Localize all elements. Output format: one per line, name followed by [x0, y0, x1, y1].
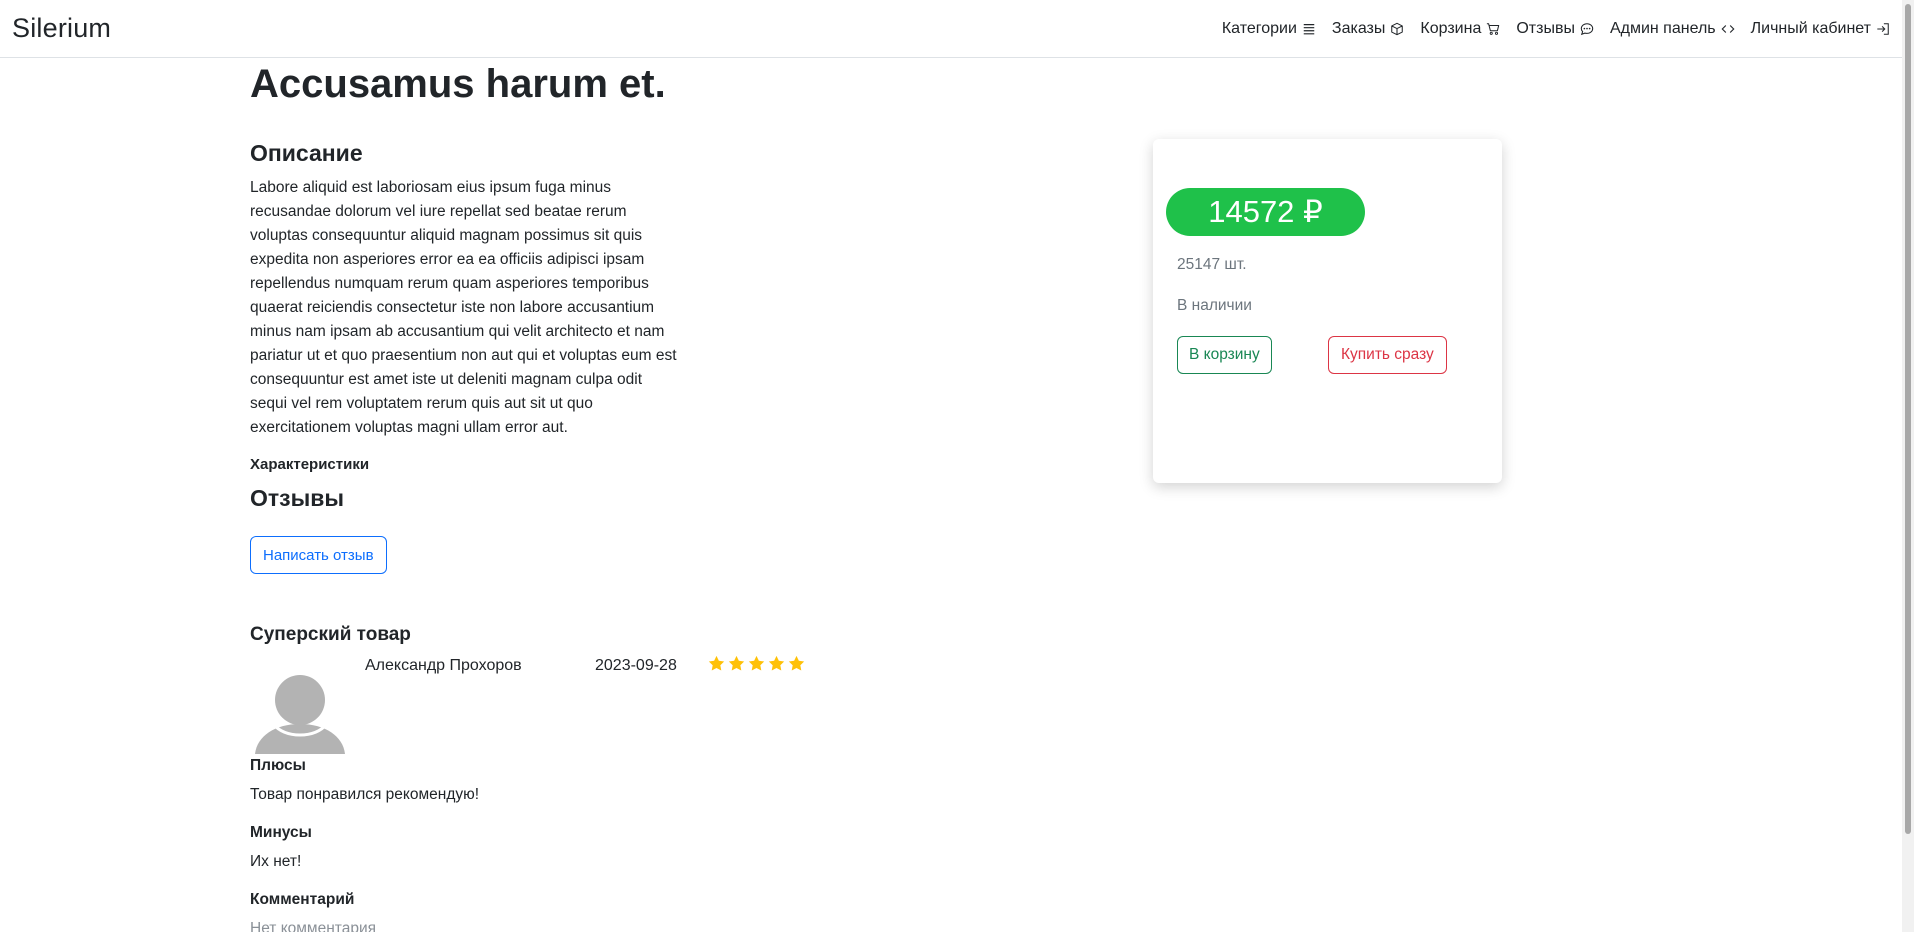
avatar: [255, 672, 345, 754]
review-rating: [708, 655, 805, 672]
login-icon: [1877, 22, 1889, 35]
nav-item-admin[interactable]: Админ панель: [1610, 20, 1735, 38]
review-date: 2023-09-28: [595, 657, 677, 674]
list-icon: [1303, 23, 1315, 34]
nav-item-label: Категории: [1221, 19, 1297, 37]
description-text: Labore aliquid est laboriosam eius ipsum…: [250, 179, 677, 436]
description-heading: Описание: [250, 140, 363, 166]
price-badge: 14572 ₽: [1166, 188, 1365, 236]
user-icon: [255, 675, 345, 754]
nav-item-label: Корзина: [1420, 19, 1482, 37]
cons-label: Минусы: [250, 824, 312, 841]
comment-text: Нет комментария: [250, 920, 376, 932]
page: Silerium Категории Заказы Корзина Отзывы…: [0, 0, 1914, 932]
quantity-text: 25147 шт.: [1177, 256, 1247, 273]
add-to-cart-button[interactable]: В корзину: [1177, 336, 1272, 374]
nav-item-label: Отзывы: [1516, 19, 1575, 37]
navbar: Silerium Категории Заказы Корзина Отзывы…: [0, 0, 1902, 58]
review-title: Суперский товар: [250, 624, 411, 645]
specs-label: Характеристики: [250, 456, 370, 473]
buy-now-button[interactable]: Купить сразу: [1328, 336, 1447, 374]
star-icon: [708, 655, 725, 671]
scrollbar-thumb[interactable]: [1905, 4, 1911, 834]
brand-logo[interactable]: Silerium: [12, 13, 111, 44]
pros-text: Товар понравился рекомендую!: [250, 786, 480, 803]
stock-status: В наличии: [1177, 297, 1252, 314]
scrollbar[interactable]: [1902, 0, 1914, 932]
nav-item-label: Личный кабинет: [1750, 19, 1871, 37]
star-icon: [728, 655, 745, 671]
code-icon: [1721, 24, 1735, 33]
nav-item-label: Заказы: [1331, 19, 1386, 37]
comment-label: Комментарий: [250, 891, 355, 908]
nav-item-cart[interactable]: Корзина: [1420, 20, 1500, 38]
nav-item-label: Админ панель: [1609, 19, 1716, 37]
write-review-button[interactable]: Написать отзыв: [250, 536, 387, 574]
pros-label: Плюсы: [250, 757, 306, 774]
nav-item-reviews[interactable]: Отзывы: [1516, 20, 1594, 38]
product-title: Accusamus harum et.: [250, 62, 666, 106]
star-icon: [748, 655, 765, 671]
review-author: Александр Прохоров: [365, 657, 522, 674]
cons-text: Их нет!: [250, 853, 302, 870]
star-icon: [768, 655, 785, 671]
cart-icon: [1487, 22, 1500, 35]
nav-item-categories[interactable]: Категории: [1222, 20, 1316, 38]
nav-menu: Категории Заказы Корзина Отзывы Админ па…: [1222, 20, 1890, 38]
price-card: 14572 ₽ 25147 шт. В наличии В корзину Ку…: [1153, 139, 1502, 483]
nav-item-account[interactable]: Личный кабинет: [1751, 20, 1890, 38]
reviews-heading: Отзывы: [250, 485, 345, 511]
star-icon: [788, 655, 805, 671]
box-icon: [1391, 22, 1404, 35]
nav-item-orders[interactable]: Заказы: [1332, 20, 1404, 38]
chat-icon: [1580, 22, 1594, 35]
